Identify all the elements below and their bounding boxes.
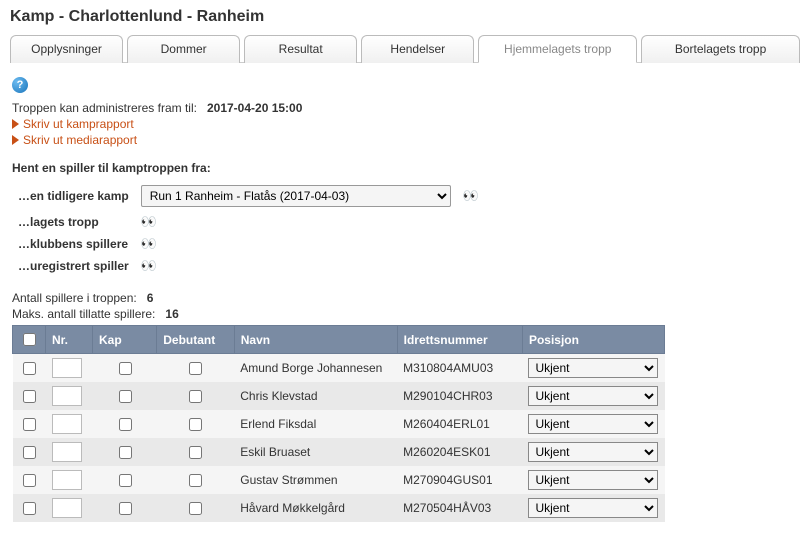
- player-count-label: Antall spillere i troppen:: [12, 291, 137, 305]
- player-name: Chris Klevstad: [234, 382, 397, 410]
- jersey-number-input[interactable]: [52, 358, 82, 378]
- player-id: M260404ERL01: [397, 410, 522, 438]
- page-title: Kamp - Charlottenlund - Ranheim: [10, 8, 800, 26]
- col-name: Navn: [234, 326, 397, 354]
- binoculars-icon[interactable]: 👀: [141, 240, 154, 248]
- col-id: Idrettsnummer: [397, 326, 522, 354]
- fetch-team-squad-label: …lagets tropp: [12, 211, 135, 233]
- tab-hjemmelagets-tropp[interactable]: Hjemmelagets tropp: [478, 35, 637, 63]
- arrow-icon: [12, 119, 19, 129]
- binoculars-icon[interactable]: 👀: [141, 218, 154, 226]
- position-select[interactable]: Ukjent: [528, 442, 658, 462]
- tab-resultat[interactable]: Resultat: [244, 35, 357, 63]
- debut-checkbox[interactable]: [189, 362, 202, 375]
- position-select[interactable]: Ukjent: [528, 386, 658, 406]
- prev-match-select[interactable]: Run 1 Ranheim - Flatås (2017-04-03): [141, 185, 451, 207]
- col-pos: Posisjon: [522, 326, 664, 354]
- player-id: M290104CHR03: [397, 382, 522, 410]
- fetch-prev-match-label: …en tidligere kamp: [12, 181, 135, 211]
- row-select-checkbox[interactable]: [23, 446, 36, 459]
- captain-checkbox[interactable]: [119, 474, 132, 487]
- row-select-checkbox[interactable]: [23, 474, 36, 487]
- row-select-checkbox[interactable]: [23, 502, 36, 515]
- debut-checkbox[interactable]: [189, 390, 202, 403]
- position-select[interactable]: Ukjent: [528, 470, 658, 490]
- print-media-report-link[interactable]: Skriv ut mediarapport: [23, 133, 137, 147]
- player-name: Amund Borge Johannesen: [234, 354, 397, 383]
- tab-hendelser[interactable]: Hendelser: [361, 35, 474, 63]
- player-id: M260204ESK01: [397, 438, 522, 466]
- fetch-unregistered-label: …uregistrert spiller: [12, 255, 135, 277]
- player-id: M310804AMU03: [397, 354, 522, 383]
- debut-checkbox[interactable]: [189, 502, 202, 515]
- col-debut: Debutant: [157, 326, 234, 354]
- position-select[interactable]: Ukjent: [528, 358, 658, 378]
- debut-checkbox[interactable]: [189, 446, 202, 459]
- arrow-icon: [12, 135, 19, 145]
- jersey-number-input[interactable]: [52, 414, 82, 434]
- player-name: Håvard Møkkelgård: [234, 494, 397, 522]
- jersey-number-input[interactable]: [52, 470, 82, 490]
- captain-checkbox[interactable]: [119, 390, 132, 403]
- player-name: Eskil Bruaset: [234, 438, 397, 466]
- admin-deadline-value: 2017-04-20 15:00: [207, 101, 302, 115]
- select-all-checkbox[interactable]: [23, 333, 36, 346]
- tab-bortelagets-tropp[interactable]: Bortelagets tropp: [641, 35, 800, 63]
- player-id: M270504HÅV03: [397, 494, 522, 522]
- debut-checkbox[interactable]: [189, 474, 202, 487]
- fetch-club-players-label: …klubbens spillere: [12, 233, 135, 255]
- player-name: Gustav Strømmen: [234, 466, 397, 494]
- player-count-value: 6: [147, 291, 154, 305]
- fetch-heading: Hent en spiller til kamptroppen fra:: [12, 161, 798, 175]
- max-players-value: 16: [165, 307, 178, 321]
- col-nr: Nr.: [46, 326, 93, 354]
- jersey-number-input[interactable]: [52, 498, 82, 518]
- position-select[interactable]: Ukjent: [528, 414, 658, 434]
- captain-checkbox[interactable]: [119, 446, 132, 459]
- captain-checkbox[interactable]: [119, 362, 132, 375]
- max-players-label: Maks. antall tillatte spillere:: [12, 307, 155, 321]
- jersey-number-input[interactable]: [52, 442, 82, 462]
- help-icon[interactable]: ?: [12, 77, 28, 93]
- row-select-checkbox[interactable]: [23, 390, 36, 403]
- captain-checkbox[interactable]: [119, 418, 132, 431]
- debut-checkbox[interactable]: [189, 418, 202, 431]
- tab-dommer[interactable]: Dommer: [127, 35, 240, 63]
- jersey-number-input[interactable]: [52, 386, 82, 406]
- row-select-checkbox[interactable]: [23, 362, 36, 375]
- binoculars-icon[interactable]: 👀: [463, 192, 476, 200]
- col-kap: Kap: [92, 326, 156, 354]
- print-match-report-link[interactable]: Skriv ut kamprapport: [23, 117, 134, 131]
- position-select[interactable]: Ukjent: [528, 498, 658, 518]
- binoculars-icon[interactable]: 👀: [141, 262, 154, 270]
- col-select-all: [13, 326, 46, 354]
- admin-deadline-label: Troppen kan administreres fram til:: [12, 101, 197, 115]
- tab-opplysninger[interactable]: Opplysninger: [10, 35, 123, 63]
- player-id: M270904GUS01: [397, 466, 522, 494]
- player-name: Erlend Fiksdal: [234, 410, 397, 438]
- row-select-checkbox[interactable]: [23, 418, 36, 431]
- captain-checkbox[interactable]: [119, 502, 132, 515]
